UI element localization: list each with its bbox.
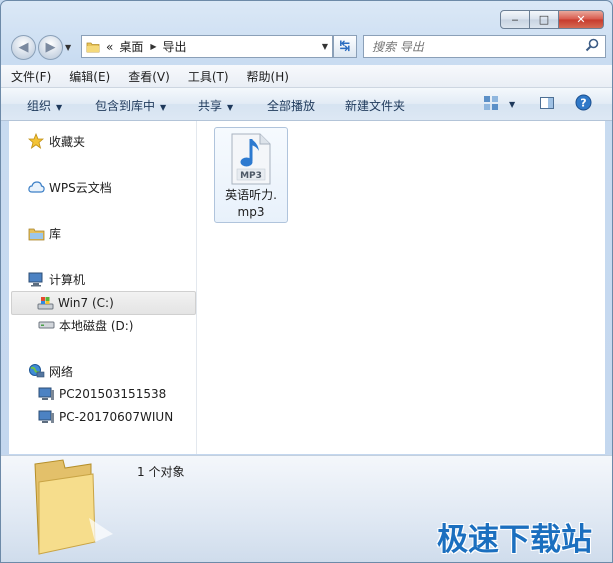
address-bar[interactable]: « 桌面 ▶ 导出 ▼: [81, 35, 333, 58]
system-drive-icon: [36, 295, 54, 311]
nav-wps-cloud[interactable]: WPS云文档: [27, 176, 112, 198]
play-all-button[interactable]: 全部播放: [267, 97, 315, 114]
hard-drive-icon: [37, 317, 55, 333]
explorer-window: ‒ □ ✕ ◀ ▶ ▼ « 桌面 ▶ 导出 ▼ ↹ 搜索 导出 文件(F) 编辑…: [0, 0, 613, 563]
history-dropdown[interactable]: ▼: [65, 43, 71, 52]
large-folder-icon: [34, 459, 113, 555]
cloud-icon: [27, 179, 45, 195]
nav-favorites[interactable]: 收藏夹: [27, 130, 85, 152]
chevron-down-icon: ▼: [160, 103, 167, 112]
include-in-library-button[interactable]: 包含到库中 ▼: [95, 97, 166, 114]
breadcrumb-overflow[interactable]: «: [106, 40, 113, 54]
nav-pc2[interactable]: PC-20170607WIUN: [37, 406, 173, 428]
content-area: 收藏夹 WPS云文档 库 计算机 Win7 (C:) 本地磁盘 (D:) 网络 …: [9, 121, 605, 454]
menu-help[interactable]: 帮助(H): [237, 68, 297, 85]
view-options-icon[interactable]: [483, 95, 499, 111]
nav-favorites-label: 收藏夹: [49, 134, 86, 149]
nav-computer-label: 计算机: [49, 272, 86, 287]
nav-pc1-label: PC201503151538: [59, 387, 167, 401]
nav-drive-c[interactable]: Win7 (C:): [11, 291, 196, 315]
refresh-icon: ↹: [339, 39, 351, 54]
menu-edit[interactable]: 编辑(E): [59, 68, 118, 85]
watermark-logo: 极速下载站: [437, 522, 592, 558]
refresh-button[interactable]: ↹: [333, 35, 357, 58]
nav-drive-d[interactable]: 本地磁盘 (D:): [37, 314, 133, 336]
breadcrumb-desktop[interactable]: 桌面: [119, 38, 143, 55]
include-in-library-label: 包含到库中: [95, 99, 156, 113]
search-input[interactable]: [370, 38, 574, 55]
help-icon[interactable]: ?: [575, 94, 592, 111]
nav-libraries-label: 库: [49, 226, 62, 241]
nav-pc2-label: PC-20170607WIUN: [59, 410, 174, 424]
close-button[interactable]: ✕: [558, 10, 604, 29]
nav-drive-c-label: Win7 (C:): [58, 296, 114, 310]
svg-text:?: ?: [580, 97, 586, 110]
network-computer-icon: [37, 386, 55, 402]
share-button[interactable]: 共享 ▼: [198, 97, 233, 114]
nav-network-label: 网络: [49, 364, 74, 379]
chevron-down-icon: ▼: [227, 103, 234, 112]
menu-view[interactable]: 查看(V): [118, 68, 178, 85]
breadcrumb-separator-icon[interactable]: ▶: [150, 42, 156, 51]
nav-wps-cloud-label: WPS云文档: [49, 180, 112, 195]
mp3-badge-label: MP3: [240, 171, 262, 181]
folder-icon: [86, 42, 100, 52]
menu-file[interactable]: 文件(F): [1, 68, 59, 85]
file-list-pane: MP3 英语听力. mp3: [197, 121, 605, 454]
maximize-button[interactable]: □: [529, 10, 559, 29]
file-name-line1: 英语听力.: [225, 188, 277, 202]
network-icon: [27, 363, 45, 379]
preview-pane-icon[interactable]: [539, 95, 555, 111]
nav-network[interactable]: 网络: [27, 360, 73, 382]
share-label: 共享: [198, 99, 223, 113]
nav-computer[interactable]: 计算机: [27, 268, 85, 290]
file-item[interactable]: MP3 英语听力. mp3: [214, 127, 288, 223]
navigation-pane: 收藏夹 WPS云文档 库 计算机 Win7 (C:) 本地磁盘 (D:) 网络 …: [9, 121, 197, 454]
mp3-file-icon: MP3: [231, 133, 271, 185]
breadcrumb-export[interactable]: 导出: [163, 38, 187, 55]
magnifier-icon[interactable]: [585, 38, 600, 53]
organize-label: 组织: [27, 99, 52, 113]
computer-icon: [27, 271, 45, 287]
nav-pc1[interactable]: PC201503151538: [37, 383, 166, 405]
library-icon: [27, 225, 45, 241]
forward-arrow-icon: ▶: [45, 40, 56, 55]
view-dropdown-icon[interactable]: ▼: [509, 100, 515, 109]
nav-drive-d-label: 本地磁盘 (D:): [59, 318, 134, 333]
minimize-button[interactable]: ‒: [500, 10, 530, 29]
organize-button[interactable]: 组织 ▼: [27, 97, 62, 114]
menu-tools[interactable]: 工具(T): [178, 68, 237, 85]
object-count: 1 个对象: [137, 465, 185, 479]
new-folder-button[interactable]: 新建文件夹: [345, 97, 405, 114]
back-arrow-icon: ◀: [18, 40, 29, 55]
chevron-down-icon: ▼: [56, 103, 63, 112]
command-bar: 组织 ▼ 包含到库中 ▼ 共享 ▼ 全部播放 新建文件夹 ▼ ?: [1, 88, 612, 121]
search-box[interactable]: [363, 35, 606, 58]
details-pane: 1 个对象 极速下载站: [1, 455, 612, 562]
file-name: 英语听力. mp3: [215, 187, 287, 221]
navigation-row: ◀ ▶ ▼ « 桌面 ▶ 导出 ▼ ↹: [9, 33, 606, 60]
file-name-line2: mp3: [237, 205, 265, 219]
network-computer-icon: [37, 409, 55, 425]
forward-button[interactable]: ▶: [38, 35, 63, 60]
address-dropdown-icon[interactable]: ▼: [322, 42, 328, 51]
caption-buttons: ‒ □ ✕: [500, 10, 604, 29]
star-icon: [27, 133, 45, 149]
menu-bar: 文件(F) 编辑(E) 查看(V) 工具(T) 帮助(H): [1, 65, 612, 88]
back-button[interactable]: ◀: [11, 35, 36, 60]
nav-libraries[interactable]: 库: [27, 222, 61, 244]
